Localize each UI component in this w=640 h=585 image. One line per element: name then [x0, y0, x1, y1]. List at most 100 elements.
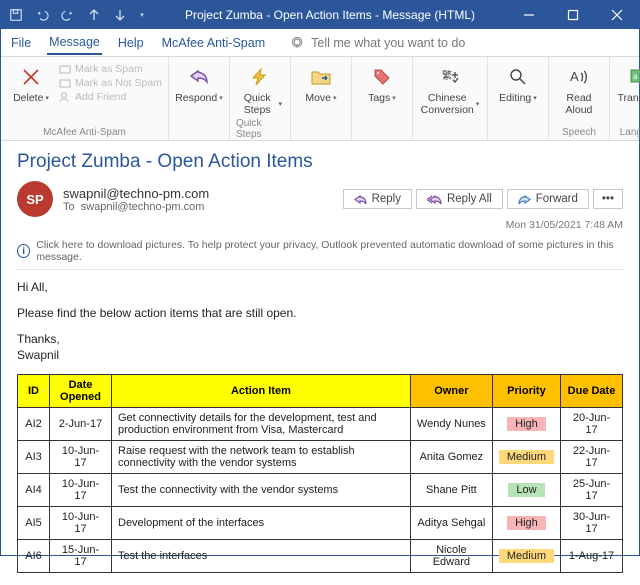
undo-icon[interactable]	[31, 4, 53, 26]
translate-button[interactable]: aあ Translate▾	[616, 61, 640, 105]
tab-help[interactable]: Help	[116, 32, 146, 54]
quick-steps-button[interactable]: Quick Steps▾	[236, 61, 284, 116]
delete-button[interactable]: Delete▾	[7, 61, 55, 105]
arrow-up-icon[interactable]	[83, 4, 105, 26]
table-row: AI310-Jun-17Raise request with the netwo…	[18, 441, 623, 474]
message-header-area: Project Zumba - Open Action Items SP swa…	[1, 141, 639, 270]
tags-button[interactable]: Tags▾	[358, 61, 406, 105]
cell-owner: Shane Pitt	[410, 474, 492, 507]
close-button[interactable]	[595, 1, 639, 29]
cell-action-item: Raise request with the network team to e…	[112, 441, 411, 474]
tab-message[interactable]: Message	[47, 31, 102, 55]
reply-button[interactable]: Reply	[343, 189, 412, 209]
cell-due: 1-Aug-17	[561, 540, 623, 573]
cell-action-item: Test the interfaces	[112, 540, 411, 573]
col-priority: Priority	[492, 375, 560, 408]
message-date: Mon 31/05/2021 7:48 AM	[17, 219, 623, 231]
cell-opened: 15-Jun-17	[50, 540, 112, 573]
arrow-down-icon[interactable]	[109, 4, 131, 26]
move-icon	[307, 63, 335, 91]
respond-button[interactable]: Respond▾	[175, 61, 223, 105]
ribbon: Delete▾ Mark as Spam Mark as Not Spam Ad…	[1, 57, 639, 141]
save-icon[interactable]	[5, 4, 27, 26]
tell-me-search[interactable]: Tell me what you want to do	[291, 36, 465, 50]
quick-access-toolbar: ▾	[1, 1, 153, 29]
read-aloud-icon: A	[565, 63, 593, 91]
group-speech: A Read Aloud Speech	[549, 57, 610, 140]
cell-id: AI4	[18, 474, 50, 507]
table-row: AI410-Jun-17Test the connectivity with t…	[18, 474, 623, 507]
move-button[interactable]: Move▾	[297, 61, 345, 105]
cell-action-item: Get connectivity details for the develop…	[112, 408, 411, 441]
mark-not-spam-button[interactable]: Mark as Not Spam	[59, 77, 162, 89]
body-intro: Please find the below action items that …	[17, 306, 623, 320]
tab-file[interactable]: File	[9, 32, 33, 54]
col-action-item: Action Item	[112, 375, 411, 408]
cell-due: 22-Jun-17	[561, 441, 623, 474]
table-row: AI615-Jun-17Test the interfacesNicole Ed…	[18, 540, 623, 573]
cell-opened: 2-Jun-17	[50, 408, 112, 441]
tab-mcafee[interactable]: McAfee Anti-Spam	[160, 32, 268, 54]
svg-text:A: A	[570, 69, 579, 84]
svg-text:繁: 繁	[442, 69, 452, 82]
translate-icon: aあ	[628, 63, 640, 91]
body-thanks: Thanks,	[17, 332, 623, 346]
message-body: Hi All, Please find the below action ite…	[1, 270, 639, 585]
col-date-opened: Date Opened	[50, 375, 112, 408]
download-pictures-infobar[interactable]: i Click here to download pictures. To he…	[17, 235, 623, 270]
cell-id: AI5	[18, 507, 50, 540]
title-bar: ▾ Project Zumba - Open Action Items - Me…	[1, 1, 639, 29]
cell-opened: 10-Jun-17	[50, 441, 112, 474]
add-friend-button[interactable]: Add Friend	[59, 91, 162, 103]
cell-due: 20-Jun-17	[561, 408, 623, 441]
editing-icon	[504, 63, 532, 91]
minimize-button[interactable]	[507, 1, 551, 29]
table-row: AI510-Jun-17Development of the interface…	[18, 507, 623, 540]
cell-id: AI6	[18, 540, 50, 573]
body-greeting: Hi All,	[17, 280, 623, 294]
maximize-button[interactable]	[551, 1, 595, 29]
action-items-table: ID Date Opened Action Item Owner Priorit…	[17, 374, 623, 573]
to-line: To swapnil@techno-pm.com	[63, 201, 333, 213]
from-address: swapnil@techno-pm.com	[63, 186, 333, 201]
tell-me-label: Tell me what you want to do	[311, 36, 465, 50]
cell-owner: Aditya Sehgal	[410, 507, 492, 540]
read-aloud-button[interactable]: A Read Aloud	[555, 61, 603, 116]
cell-opened: 10-Jun-17	[50, 507, 112, 540]
cell-priority: High	[492, 507, 560, 540]
group-label-quicksteps: Quick Steps	[236, 116, 284, 140]
redo-icon[interactable]	[57, 4, 79, 26]
cell-id: AI3	[18, 441, 50, 474]
window-controls	[507, 1, 639, 29]
group-label-speech: Speech	[562, 125, 596, 138]
window-title: Project Zumba - Open Action Items - Mess…	[153, 1, 507, 29]
chinese-conversion-button[interactable]: 繁 Chinese Conversion▾	[419, 61, 481, 116]
svg-text:a: a	[633, 72, 638, 81]
col-id: ID	[18, 375, 50, 408]
cell-priority: High	[492, 408, 560, 441]
cell-priority: Medium	[492, 540, 560, 573]
ribbon-tabs: File Message Help McAfee Anti-Spam Tell …	[1, 29, 639, 57]
editing-button[interactable]: Editing▾	[494, 61, 542, 105]
tags-icon	[368, 63, 396, 91]
col-due-date: Due Date	[561, 375, 623, 408]
more-actions-button[interactable]: •••	[593, 189, 623, 209]
cell-due: 30-Jun-17	[561, 507, 623, 540]
group-tags: Tags▾	[352, 57, 413, 140]
group-respond: Respond▾	[169, 57, 230, 140]
cell-priority: Low	[492, 474, 560, 507]
cell-owner: Anita Gomez	[410, 441, 492, 474]
cell-action-item: Development of the interfaces	[112, 507, 411, 540]
info-icon: i	[17, 244, 30, 258]
group-delete: Delete▾ Mark as Spam Mark as Not Spam Ad…	[1, 57, 169, 140]
qat-customize-icon[interactable]: ▾	[135, 4, 149, 26]
group-label-mcafee: McAfee Anti-Spam	[43, 125, 126, 138]
reply-all-button[interactable]: Reply All	[416, 189, 503, 209]
mark-spam-button[interactable]: Mark as Spam	[59, 63, 162, 75]
cell-opened: 10-Jun-17	[50, 474, 112, 507]
group-editing: Editing▾	[488, 57, 549, 140]
quick-steps-icon	[246, 63, 274, 91]
cell-action-item: Test the connectivity with the vendor sy…	[112, 474, 411, 507]
forward-button[interactable]: Forward	[507, 189, 589, 209]
respond-icon	[185, 63, 213, 91]
